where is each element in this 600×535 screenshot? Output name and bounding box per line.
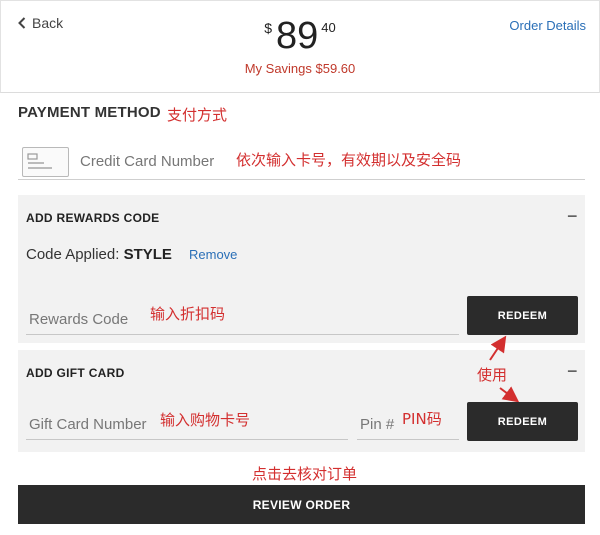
annotation-arrows-icon	[489, 335, 520, 403]
gift-card-annotation: 输入购物卡号	[160, 411, 251, 429]
order-details-link[interactable]: Order Details	[509, 18, 586, 33]
gift-card-placeholder: Gift Card Number	[29, 416, 147, 433]
gift-panel-title: ADD GIFT CARD	[26, 366, 125, 380]
rewards-code-annotation: 输入折扣码	[150, 305, 226, 323]
credit-card-annotation: 依次输入卡号，有效期以及安全码	[236, 151, 462, 169]
code-applied-label: Code Applied:	[26, 246, 120, 263]
pin-placeholder: Pin #	[360, 416, 395, 433]
price-cents: 40	[321, 20, 336, 35]
gift-collapse-icon[interactable]: −	[567, 362, 578, 380]
rewards-panel-title: ADD REWARDS CODE	[26, 211, 160, 225]
rewards-code-placeholder: Rewards Code	[29, 311, 129, 328]
credit-card-placeholder: Credit Card Number	[80, 153, 215, 170]
pin-annotation: PIN码	[402, 410, 442, 428]
code-applied-row: Code Applied: STYLE	[26, 246, 172, 263]
rewards-code-input[interactable]: Rewards Code	[26, 300, 459, 335]
savings-text: My Savings $59.60	[244, 61, 356, 76]
currency-symbol: $	[264, 20, 273, 36]
applied-code: STYLE	[123, 246, 172, 263]
remove-code-link[interactable]: Remove	[189, 247, 237, 262]
rewards-collapse-icon[interactable]: −	[567, 207, 578, 225]
review-order-annotation: 点击去核对订单	[252, 465, 358, 483]
payment-method-title: PAYMENT METHOD	[18, 104, 161, 121]
credit-card-icon	[22, 147, 69, 177]
review-order-button[interactable]: REVIEW ORDER	[18, 485, 585, 524]
payment-method-annotation: 支付方式	[167, 106, 228, 124]
price-integer: 89	[276, 15, 319, 57]
redeem-gift-card-button[interactable]: REDEEM	[467, 402, 578, 441]
